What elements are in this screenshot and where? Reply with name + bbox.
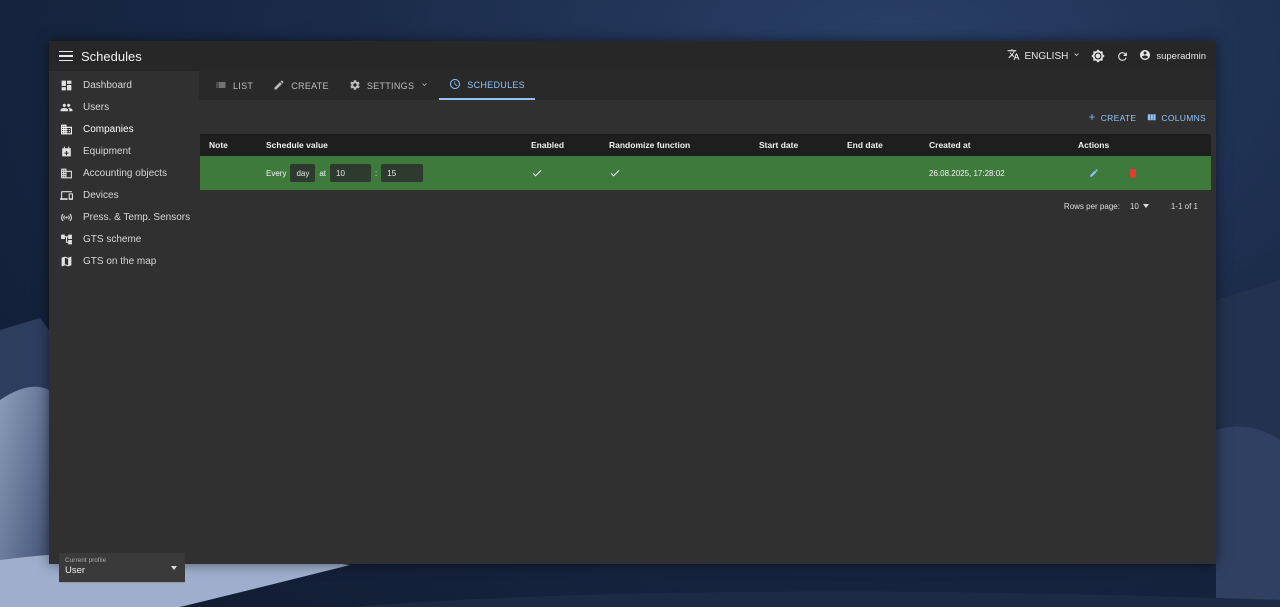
current-profile-value: User	[65, 565, 86, 576]
rows-per-page-label: Rows per page:	[1063, 201, 1120, 211]
schedule-value-editor: Every day at 10 : 15	[266, 164, 424, 182]
tab-label: SETTINGS	[366, 80, 415, 91]
sidebar-item-label: GTS scheme	[83, 233, 142, 245]
schedule-at-label: at	[319, 168, 327, 178]
sensors-icon	[60, 211, 73, 224]
scheme-icon	[60, 233, 73, 246]
users-icon	[60, 101, 73, 114]
column-header-note[interactable]: Note	[209, 140, 228, 150]
tab-settings[interactable]: SETTINGS	[339, 71, 439, 100]
sidebar-item-label: Users	[83, 102, 110, 114]
schedule-every-label: Every	[266, 168, 287, 178]
pencil-icon	[273, 79, 285, 93]
theme-settings-icon[interactable]	[1091, 49, 1105, 63]
enabled-check-icon	[532, 169, 542, 179]
tab-label: SCHEDULES	[467, 79, 525, 90]
refresh-icon[interactable]	[1115, 49, 1129, 63]
current-profile-label: Current profile	[65, 557, 107, 564]
list-toolbar: CREATE COLUMNS	[199, 102, 1216, 134]
create-button-label: CREATE	[1100, 113, 1137, 123]
cell-created-at: 26.08.2025, 17:28:02	[929, 168, 1005, 178]
table-row[interactable]: Every day at 10 : 15 26.08.2025, 17:28:0…	[200, 156, 1211, 190]
language-selector[interactable]: ENGLISH	[1007, 48, 1081, 64]
tab-schedules[interactable]: SCHEDULES	[439, 71, 535, 100]
column-header-created-at[interactable]: Created at	[929, 140, 971, 150]
sidebar-item-label: Devices	[83, 189, 119, 201]
devices-icon	[60, 189, 73, 202]
current-profile-select[interactable]: Current profile User	[59, 553, 185, 583]
columns-button-label: COLUMNS	[1161, 113, 1206, 123]
app-bar: Schedules ENGLISH superadmin	[49, 41, 1216, 71]
column-header-randomize[interactable]: Randomize function	[609, 140, 690, 150]
schedules-table: Note Schedule value Enabled Randomize fu…	[200, 134, 1211, 190]
sidebar-item-label: Companies	[83, 124, 134, 136]
sidebar-item-label: Accounting objects	[83, 168, 167, 179]
sidebar-item-dashboard[interactable]: Dashboard	[49, 75, 199, 97]
column-header-start-date[interactable]: Start date	[759, 140, 798, 150]
sidebar-item-gts-map[interactable]: GTS on the map	[49, 250, 199, 272]
main-content: LIST CREATE SETTINGS SCHEDULES CREATE CO…	[199, 71, 1216, 564]
column-header-enabled[interactable]: Enabled	[531, 140, 564, 150]
rows-per-page-value: 10	[1129, 201, 1139, 211]
edit-pencil-icon[interactable]	[1089, 168, 1099, 180]
dropdown-arrow-icon	[171, 566, 177, 570]
chevron-down-icon	[420, 80, 429, 91]
translate-icon	[1007, 48, 1020, 64]
username: superadmin	[1156, 50, 1206, 62]
clock-icon	[449, 78, 461, 92]
sidebar-item-devices[interactable]: Devices	[49, 184, 199, 206]
column-header-actions: Actions	[1078, 140, 1110, 150]
sidebar-item-users[interactable]: Users	[49, 97, 199, 119]
sidebar-item-equipment[interactable]: Equipment	[49, 141, 199, 163]
dropdown-arrow-icon	[1142, 204, 1149, 208]
randomize-check-icon	[610, 169, 620, 179]
sidebar-item-label: Dashboard	[83, 80, 132, 92]
language-label: ENGLISH	[1024, 50, 1069, 62]
rows-per-page-select[interactable]: 10	[1130, 202, 1149, 211]
tab-list[interactable]: LIST	[205, 71, 263, 100]
app-window: Schedules ENGLISH superadmin Dashboard U…	[49, 41, 1216, 583]
sidebar-item-gts-scheme[interactable]: GTS scheme	[49, 228, 199, 250]
dashboard-icon	[60, 79, 73, 92]
schedule-minute-input[interactable]: 15	[381, 164, 424, 182]
user-menu[interactable]: superadmin	[1139, 49, 1206, 64]
tab-bar: LIST CREATE SETTINGS SCHEDULES	[199, 71, 1216, 100]
sidebar: Dashboard Users Companies Equipment Acco…	[49, 71, 199, 583]
plus-icon	[1087, 112, 1097, 124]
accounting-icon	[60, 167, 73, 180]
gear-icon	[349, 79, 361, 93]
schedule-hour-input[interactable]: 10	[330, 164, 372, 182]
schedule-period-select[interactable]: day	[290, 164, 316, 182]
equipment-icon	[60, 145, 73, 158]
schedule-separator: :	[375, 168, 378, 178]
list-icon	[215, 79, 227, 93]
columns-icon	[1146, 112, 1157, 125]
sidebar-item-companies[interactable]: Companies	[49, 119, 199, 141]
account-icon	[1139, 49, 1151, 64]
page-title: Schedules	[81, 48, 142, 64]
sidebar-item-label: Equipment	[83, 146, 131, 158]
pagination-range: 1-1 of 1	[1170, 201, 1198, 211]
tab-label: CREATE	[291, 80, 329, 91]
companies-icon	[60, 123, 73, 136]
tab-label: LIST	[233, 80, 254, 91]
sidebar-item-sensors[interactable]: Press. & Temp. Sensors	[49, 206, 199, 228]
map-icon	[60, 255, 73, 268]
table-header: Note Schedule value Enabled Randomize fu…	[200, 134, 1211, 156]
create-button[interactable]: CREATE	[1087, 112, 1137, 124]
tab-create[interactable]: CREATE	[263, 71, 339, 100]
hamburger-menu-icon[interactable]	[59, 49, 73, 63]
column-header-schedule-value[interactable]: Schedule value	[266, 140, 328, 150]
sidebar-item-accounting-objects[interactable]: Accounting objects	[49, 163, 199, 185]
columns-button[interactable]: COLUMNS	[1146, 112, 1206, 125]
chevron-down-icon	[1072, 50, 1081, 62]
delete-trash-icon[interactable]	[1129, 168, 1137, 180]
column-header-end-date[interactable]: End date	[847, 140, 883, 150]
sidebar-item-label: Press. & Temp. Sensors	[83, 211, 191, 223]
sidebar-item-label: GTS on the map	[83, 255, 157, 267]
pagination: Rows per page: 10 1-1 of 1	[199, 190, 1216, 222]
